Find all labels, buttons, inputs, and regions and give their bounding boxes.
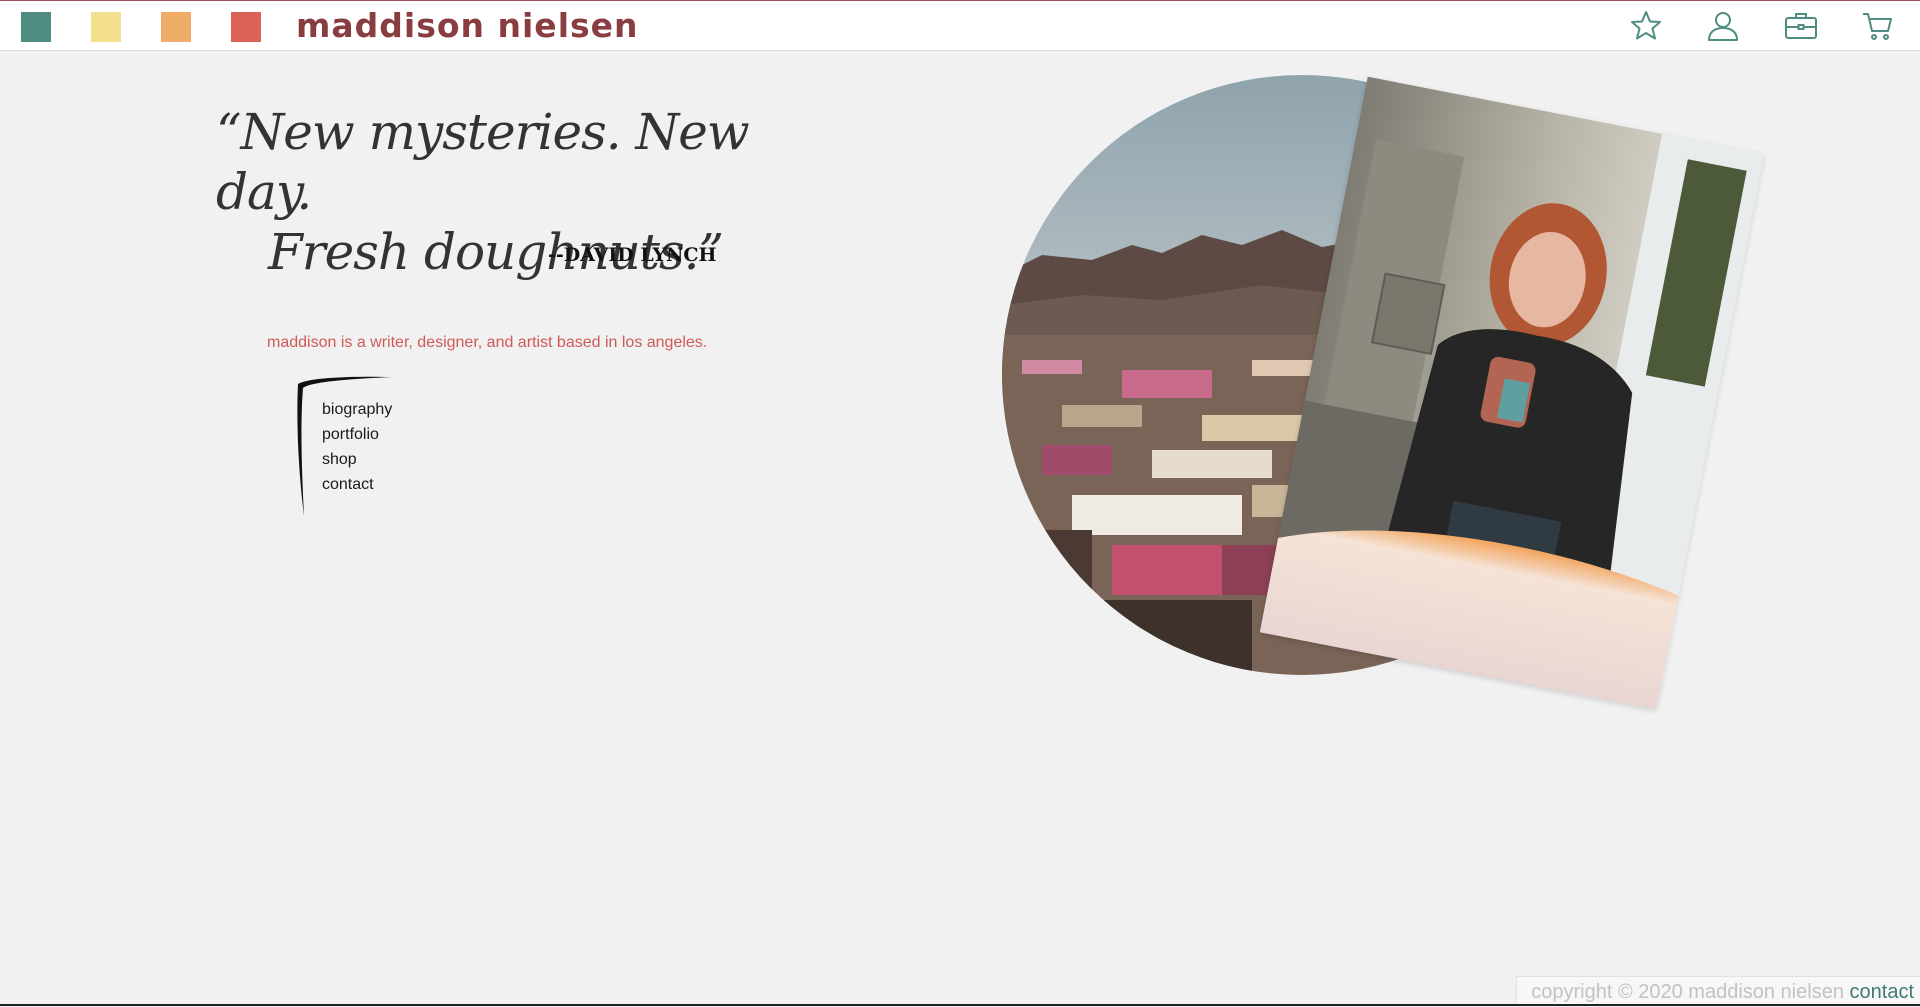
site-footer: copyright © 2020 maddison nielsen contac… [1516,976,1920,1006]
copyright-text: copyright © 2020 maddison nielsen [1531,981,1844,1003]
cart-icon[interactable] [1861,9,1895,43]
main-nav: biography portfolio shop contact [322,397,392,497]
nav-item-contact[interactable]: contact [322,472,392,497]
site-logo-title[interactable]: maddison nielsen [296,4,639,48]
star-icon[interactable] [1629,9,1663,43]
yellow-swatch[interactable] [91,12,121,42]
orange-swatch[interactable] [161,12,191,42]
nav-item-biography[interactable]: biography [322,397,392,422]
user-icon[interactable] [1706,9,1740,43]
teal-swatch[interactable] [21,12,51,42]
bio-tagline: maddison is a writer, designer, and arti… [267,334,708,351]
red-swatch[interactable] [231,12,261,42]
nav-item-shop[interactable]: shop [322,447,392,472]
briefcase-icon[interactable] [1784,9,1818,43]
footer-contact-link[interactable]: contact [1850,981,1914,1003]
quote-author: --DAVID LYNCH [548,244,717,266]
site-header: maddison nielsen [0,0,1920,51]
quote-line-1: “New mysteries. New day. [216,103,750,221]
nav-item-portfolio[interactable]: portfolio [322,422,392,447]
